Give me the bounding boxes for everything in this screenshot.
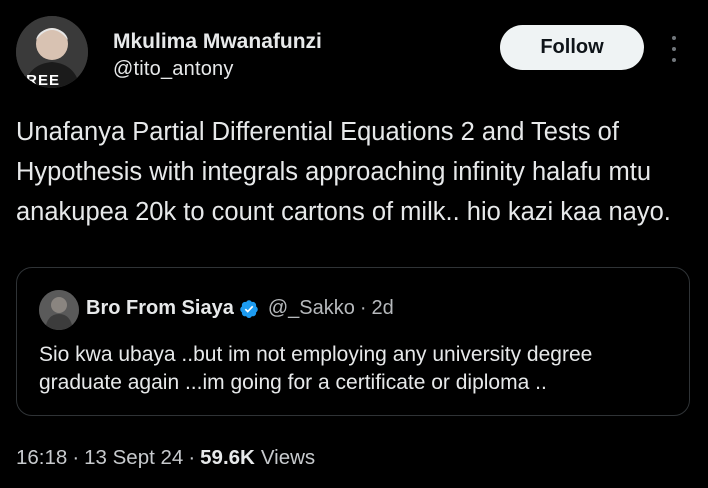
- verified-badge-icon: [240, 299, 258, 318]
- views-label: Views: [260, 446, 316, 469]
- more-vertical-icon[interactable]: [664, 32, 684, 66]
- follow-button[interactable]: Follow: [500, 25, 644, 70]
- author-name[interactable]: Mkulima Mwanafunzi: [113, 30, 322, 54]
- quote-timestamp[interactable]: 2d: [372, 297, 394, 320]
- quote-author-avatar[interactable]: [39, 290, 79, 330]
- tweet-text: Unafanya Partial Differential Equations …: [16, 118, 671, 226]
- quote-avatar-image: [39, 290, 79, 330]
- meta-separator: ·: [188, 446, 196, 469]
- more-dot: [672, 47, 676, 51]
- author-handle[interactable]: @tito_antony: [113, 58, 234, 81]
- quote-tweet-card[interactable]: Bro From Siaya @_Sakko · 2d Sio kwa ubay…: [16, 267, 690, 416]
- quote-author-handle[interactable]: @_Sakko: [268, 297, 355, 320]
- tweet-meta: 16:18 · 13 Sept 24 · 59.6K Views: [16, 446, 315, 470]
- more-dot: [672, 36, 676, 40]
- tweet-time[interactable]: 16:18: [16, 446, 67, 470]
- avatar-text: FREE: [16, 72, 61, 88]
- author-avatar[interactable]: FREE: [16, 16, 88, 88]
- tweet-date[interactable]: 13 Sept 24: [84, 446, 183, 470]
- quote-separator: ·: [359, 297, 367, 319]
- views-count: 59.6K: [200, 446, 255, 469]
- quote-author-name[interactable]: Bro From Siaya: [86, 297, 234, 320]
- more-dot: [672, 58, 676, 62]
- quote-header: Bro From Siaya @_Sakko · 2d: [86, 297, 394, 320]
- meta-separator: ·: [72, 446, 80, 469]
- quote-text: Sio kwa ubaya ..but im not employing any…: [39, 343, 593, 394]
